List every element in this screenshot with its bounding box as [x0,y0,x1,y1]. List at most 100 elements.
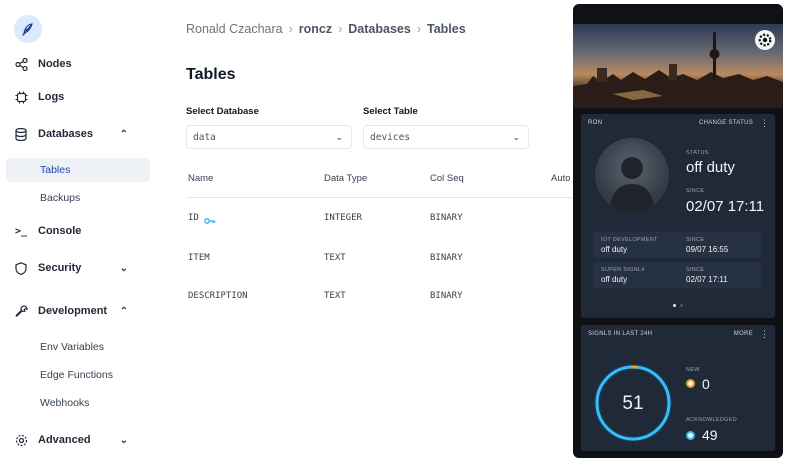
table-header-divider [186,197,576,198]
status-value: off duty [686,159,735,176]
breadcrumb-section[interactable]: Databases [348,22,411,36]
status-card-title: RON [588,120,603,126]
sidebar-item-security[interactable]: Security ⌄ [14,257,150,279]
city-skyline-image [573,24,783,108]
column-header-name: Name [188,173,214,184]
settings-gear-icon[interactable] [755,30,775,50]
app-root: Nodes Logs Databases ⌃ Tables Backups >_… [0,0,800,469]
sidebar-item-databases[interactable]: Databases ⌃ [14,123,150,145]
chevron-down-icon[interactable]: ⌄ [120,263,128,274]
sidebar-item-label: Nodes [38,58,72,70]
chevron-down-icon: ⌄ [335,131,343,142]
breadcrumb: Ronald Czachara › roncz › Databases › Ta… [186,22,466,36]
signals-card-title: SIGNLS IN LAST 24H [588,331,653,337]
select-database-label: Select Database [186,106,259,117]
sidebar-item-label: Databases [38,128,94,140]
signals-card: SIGNLS IN LAST 24H MORE ⋮ 51 NEW 0 ACKNO… [581,325,775,451]
status-label: STATUS [686,150,709,156]
console-icon: >_ [14,225,28,237]
logs-icon [14,90,28,104]
select-table-value: devices [370,131,411,143]
cell-col-seq: BINARY [430,213,463,223]
select-table-label: Select Table [363,106,418,117]
team-status-row[interactable]: IOT DEVELOPMENT off duty SINCE 09/07 16:… [593,232,761,258]
sidebar-item-label: Development [38,305,108,317]
page-indicator-active [673,304,676,307]
more-vert-icon[interactable]: ⋮ [760,329,769,340]
sidebar-subitem-webhooks[interactable]: Webhooks [40,394,89,412]
cell-name: ITEM [188,253,210,263]
acknowledged-dot-icon [686,431,695,440]
key-icon [204,212,216,230]
chevron-up-icon[interactable]: ⌃ [120,306,128,317]
chevron-down-icon[interactable]: ⌄ [120,435,128,446]
sidebar-subitem-tables[interactable]: Tables [40,161,70,179]
database-icon [14,127,28,141]
chevron-up-icon[interactable]: ⌃ [120,129,128,140]
more-vert-icon[interactable]: ⋮ [760,118,769,129]
cell-name: DESCRIPTION [188,291,248,301]
sidebar-item-nodes[interactable]: Nodes [14,53,150,75]
since-value: 02/07 17:11 [686,198,765,215]
shield-icon [14,261,28,275]
acknowledged-value: 49 [702,427,718,443]
team-since-label: SINCE [686,267,705,273]
feather-icon [22,23,33,36]
more-button[interactable]: MORE [734,331,753,337]
sidebar-subitem-env-variables[interactable]: Env Variables [40,338,104,356]
cell-name: ID [188,213,199,223]
sidebar-item-development[interactable]: Development ⌃ [14,300,150,322]
page-title: Tables [186,66,236,83]
team-since: 09/07 16:55 [686,245,729,254]
wrench-icon [14,304,28,318]
sidebar-item-console[interactable]: >_ Console [14,220,150,242]
sidebar-item-label: Security [38,262,82,274]
cell-data-type: TEXT [324,253,346,263]
cell-col-seq: BINARY [430,291,463,301]
cell-data-type: INTEGER [324,213,362,223]
column-header-auto: Auto [551,173,571,184]
sidebar-item-advanced[interactable]: Advanced ⌄ [14,429,150,451]
chevron-down-icon: ⌄ [512,131,520,142]
team-name: IOT DEVELOPMENT [601,237,658,243]
team-since-label: SINCE [686,237,705,243]
cell-data-type: TEXT [324,291,346,301]
select-database[interactable]: data ⌄ [186,125,352,149]
breadcrumb-separator-icon: › [288,22,293,36]
since-label: SINCE [686,188,705,194]
acknowledged-label: ACKNOWLEDGED [686,417,737,423]
team-status-row[interactable]: SUPER SIGNL4 off duty SINCE 02/07 17:11 [593,262,761,288]
new-value: 0 [702,376,710,392]
team-status: off duty [601,245,628,254]
sidebar-subitem-edge-functions[interactable]: Edge Functions [40,366,113,384]
breadcrumb-separator-icon: › [338,22,343,36]
sidebar-item-logs[interactable]: Logs [14,86,150,108]
avatar [595,138,669,212]
breadcrumb-separator-icon: › [416,22,421,36]
breadcrumb-project[interactable]: roncz [299,22,332,36]
breadcrumb-current: Tables [427,22,466,36]
select-database-value: data [193,131,216,143]
nodes-icon [14,57,28,71]
signals-total: 51 [622,393,644,414]
team-name: SUPER SIGNL4 [601,267,645,273]
sidebar-subitem-backups[interactable]: Backups [40,189,80,207]
phone-overlay: RON CHANGE STATUS ⋮ STATUS off duty SINC… [573,4,783,458]
status-card: RON CHANGE STATUS ⋮ STATUS off duty SINC… [581,114,775,318]
column-header-col-seq: Col Seq [430,173,464,184]
select-table[interactable]: devices ⌄ [363,125,529,149]
column-header-data-type: Data Type [324,173,368,184]
new-dot-icon [686,379,695,388]
sidebar: Nodes Logs Databases ⌃ Tables Backups >_… [0,0,158,469]
cell-col-seq: BINARY [430,253,463,263]
team-since: 02/07 17:11 [686,275,728,284]
gear-icon [14,433,28,447]
breadcrumb-org[interactable]: Ronald Czachara [186,22,283,36]
app-logo[interactable] [14,15,42,43]
sidebar-active-highlight [6,158,150,182]
sidebar-item-label: Logs [38,91,65,103]
page-indicator [680,304,683,307]
sidebar-item-label: Console [38,225,82,237]
new-label: NEW [686,367,700,373]
change-status-button[interactable]: CHANGE STATUS [699,120,753,126]
